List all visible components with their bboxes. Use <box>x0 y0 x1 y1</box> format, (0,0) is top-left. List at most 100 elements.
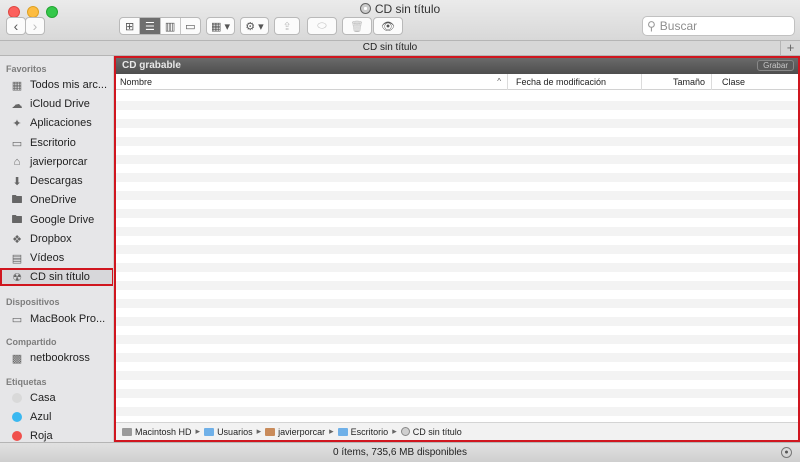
list-view-icon: ☰ <box>144 20 155 33</box>
sidebar-tag-roja[interactable]: Roja <box>0 427 113 442</box>
empty-file-list[interactable] <box>116 92 798 422</box>
sidebar-item-videos[interactable]: ▤ Vídeos <box>0 249 113 267</box>
path-item-label: javierporcar <box>278 426 326 437</box>
sidebar-item-google-drive[interactable]: 🖿 Google Drive <box>0 211 113 229</box>
folder-icon <box>204 427 215 436</box>
cloud-icon: ☁ <box>11 98 23 111</box>
sidebar-item-cd-sin-titulo[interactable]: ☢ CD sin título <box>0 268 113 286</box>
dropbox-icon: ❖ <box>12 233 22 246</box>
folder-icon: 🖿 <box>11 213 23 226</box>
forward-button[interactable]: › <box>25 17 45 35</box>
desktop-icon: ▭ <box>11 137 23 150</box>
column-view-icon: ▥ <box>164 20 176 33</box>
path-item-label: Usuarios <box>217 426 253 437</box>
sidebar-tag-casa[interactable]: Casa <box>0 389 113 407</box>
column-header-date-modified[interactable]: Fecha de modificación <box>508 74 642 90</box>
sort-ascending-icon: ^ <box>497 77 501 86</box>
sidebar-header-favorites: Favoritos <box>6 64 47 74</box>
trash-icon: 🗑 <box>350 20 364 33</box>
sidebar-item-label: CD sin título <box>30 271 90 283</box>
sidebar-item-dropbox[interactable]: ❖ Dropbox <box>0 230 113 248</box>
path-separator-icon: ▸ <box>392 426 397 436</box>
sidebar-tag-azul[interactable]: Azul <box>0 408 113 426</box>
title-bar: CD sin título ‹ › ⊞ ☰ ▥ ▭ ▦ ▾ ⚙ ▾ ⇪ ⬭ 🗑 … <box>0 0 800 40</box>
share-icon: ⇪ <box>282 20 292 33</box>
path-item-label: CD sin título <box>412 426 462 437</box>
search-field[interactable]: ⚲ <box>642 16 795 36</box>
cd-icon: ☢ <box>12 271 22 284</box>
column-header-name[interactable]: Nombre ^ <box>116 74 508 90</box>
sidebar-header-tags: Etiquetas <box>6 377 47 387</box>
cd-bar-label: CD grabable <box>122 60 181 71</box>
status-text: 0 ítems, 735,6 MB disponibles <box>333 447 467 458</box>
movies-icon: ▤ <box>11 252 23 265</box>
sidebar-item-onedrive[interactable]: 🖿 OneDrive <box>0 191 113 209</box>
column-name-label: Nombre <box>120 77 153 87</box>
back-icon: ‹ <box>13 18 19 34</box>
tab-cd-sin-titulo[interactable]: CD sin título <box>0 42 780 53</box>
file-list-area: CD grabable Grabar Nombre ^ Fecha de mod… <box>114 56 800 442</box>
sidebar-item-netbookross[interactable]: ▩ netbookross <box>0 349 113 367</box>
sidebar-item-icloud-drive[interactable]: ☁ iCloud Drive <box>0 95 113 113</box>
forward-icon: › <box>32 18 38 34</box>
sidebar-item-applications[interactable]: ✦ Aplicaciones <box>0 114 113 132</box>
path-item-label: Macintosh HD <box>135 426 192 437</box>
back-button[interactable]: ‹ <box>6 17 26 35</box>
path-item-javierporcar[interactable]: javierporcar <box>265 427 325 437</box>
sidebar-item-label: netbookross <box>30 352 90 364</box>
sidebar-item-label: Todos mis arc... <box>30 79 108 91</box>
quick-look-button[interactable]: 👁 <box>373 17 403 35</box>
path-item-macintosh-hd[interactable]: Macintosh HD <box>122 427 192 437</box>
cd-icon <box>400 427 410 436</box>
column-header-kind[interactable]: Clase <box>712 74 798 90</box>
sidebar-item-label: javierporcar <box>30 156 88 168</box>
column-header-size[interactable]: Tamaño <box>642 74 712 90</box>
sidebar-item-label: Vídeos <box>30 252 65 264</box>
cover-flow-icon: ▭ <box>185 20 196 33</box>
burnable-cd-bar: CD grabable Grabar <box>116 58 798 74</box>
sidebar-header-shared: Compartido <box>6 337 57 347</box>
share-button[interactable]: ⇪ <box>274 17 300 35</box>
burn-button[interactable]: Grabar <box>757 60 794 71</box>
eye-icon: 👁 <box>381 20 395 33</box>
sidebar: Favoritos ▦ Todos mis arc... ☁ iCloud Driv… <box>0 56 114 442</box>
sidebar-header-devices: Dispositivos <box>6 297 60 307</box>
edit-tags-button[interactable]: ⬭ <box>307 17 337 35</box>
path-item-escritorio[interactable]: Escritorio <box>337 427 388 437</box>
network-computer-icon: ▩ <box>11 352 23 365</box>
move-to-trash-button[interactable]: 🗑 <box>342 17 372 35</box>
icon-view-button[interactable]: ⊞ <box>120 18 141 34</box>
path-bar: Macintosh HD ▸ Usuarios ▸ javierporcar ▸… <box>116 422 798 440</box>
search-icon: ⚲ <box>647 19 656 33</box>
folder-icon: 🖿 <box>11 193 23 206</box>
folder-icon <box>337 427 348 436</box>
downloads-icon: ⬇ <box>12 175 22 188</box>
column-view-button[interactable]: ▥ <box>161 18 181 34</box>
search-input[interactable] <box>659 19 780 33</box>
sidebar-item-home[interactable]: ⌂ javierporcar <box>0 153 113 171</box>
icon-view-icon: ⊞ <box>125 20 135 33</box>
sidebar-item-label: iCloud Drive <box>30 98 90 110</box>
sidebar-item-macbook-pro[interactable]: ▭ MacBook Pro... <box>0 310 113 328</box>
applications-icon: ✦ <box>12 117 22 130</box>
sidebar-item-label: Roja <box>30 430 53 442</box>
eject-icon[interactable]: ● <box>781 447 792 458</box>
gear-icon: ⚙ ▾ <box>245 20 264 33</box>
sidebar-item-label: MacBook Pro... <box>30 313 106 325</box>
add-tab-button[interactable]: + <box>780 40 800 56</box>
sidebar-item-label: Escritorio <box>30 137 76 149</box>
home-icon: ⌂ <box>13 156 21 168</box>
list-view-button[interactable]: ☰ <box>140 18 161 34</box>
action-button[interactable]: ⚙ ▾ <box>240 17 269 35</box>
path-item-cd-sin-titulo[interactable]: CD sin título <box>400 426 462 437</box>
tag-color-dot-icon <box>12 412 22 422</box>
path-item-usuarios[interactable]: Usuarios <box>204 427 253 437</box>
arrange-button[interactable]: ▦ ▾ <box>206 17 235 35</box>
path-separator-icon: ▸ <box>256 426 262 436</box>
tag-icon: ⬭ <box>317 19 327 32</box>
sidebar-item-desktop[interactable]: ▭ Escritorio <box>0 134 113 152</box>
sidebar-item-downloads[interactable]: ⬇ Descargas <box>0 172 113 190</box>
sidebar-item-all-my-files[interactable]: ▦ Todos mis arc... <box>0 76 113 94</box>
cover-flow-view-button[interactable]: ▭ <box>181 18 200 34</box>
laptop-icon: ▭ <box>11 313 23 326</box>
